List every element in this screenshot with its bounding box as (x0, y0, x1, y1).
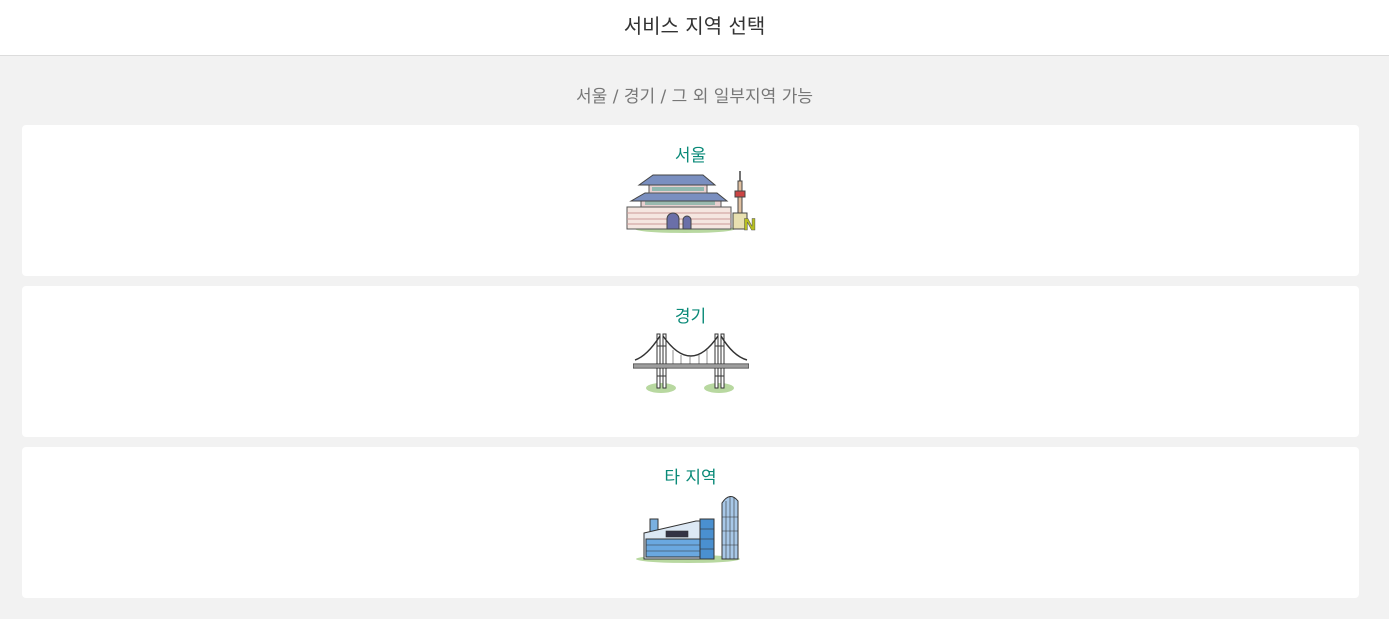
city-buildings-icon (635, 493, 746, 567)
region-card-other[interactable]: 타 지역 (22, 447, 1359, 598)
page-title: 서비스 지역 선택 (623, 14, 766, 38)
svg-text:N: N (743, 215, 756, 233)
region-list: 서울 N 경기 타 지역 (22, 125, 1359, 608)
region-label-gyeonggi: 경기 (674, 307, 707, 327)
region-card-gyeonggi[interactable]: 경기 (22, 286, 1359, 437)
page-header: 서비스 지역 선택 (0, 0, 1389, 56)
region-card-seoul[interactable]: 서울 N (22, 125, 1359, 276)
region-label-other: 타 지역 (664, 468, 717, 488)
bridge-icon (632, 332, 749, 398)
service-area-subtitle: 서울 / 경기 / 그 외 일부지역 가능 (576, 87, 813, 107)
seoul-landmark-icon: N (623, 171, 759, 237)
region-label-seoul: 서울 (674, 146, 707, 166)
